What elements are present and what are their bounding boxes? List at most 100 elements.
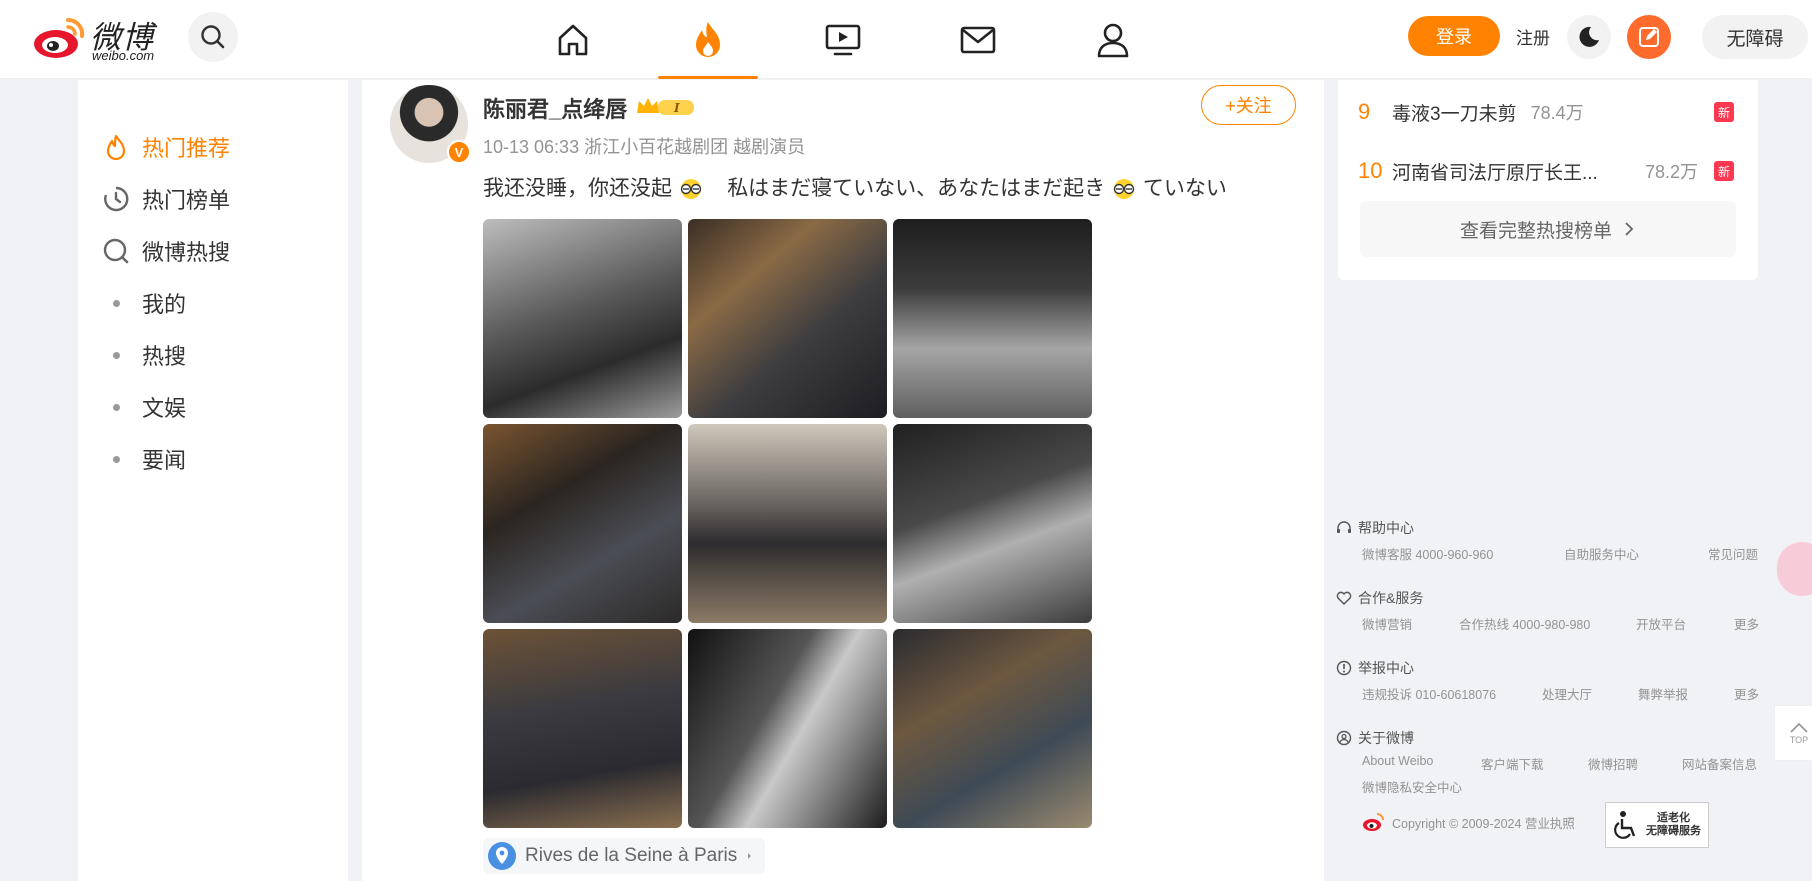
weibo-eye-icon [34, 17, 85, 58]
nav-profile[interactable] [1063, 0, 1163, 79]
moon-icon [1579, 26, 1599, 47]
footer-link[interactable]: 合作热线 4000-980-980 [1459, 614, 1590, 633]
location-label: Rives de la Seine à Paris [525, 845, 738, 866]
weibo-small-logo-icon [1363, 813, 1384, 831]
post-photo-8[interactable] [688, 629, 887, 828]
footer-link[interactable]: 微博招聘 [1588, 754, 1638, 773]
footer-coop-title: 合作&服务 [1358, 590, 1424, 606]
post-photo-1[interactable] [483, 219, 682, 418]
post-photo-5[interactable] [688, 424, 887, 623]
accessibility-button[interactable]: 无障碍 [1702, 15, 1808, 59]
weibo-logo[interactable]: 微博 weibo.com [32, 10, 172, 63]
footer-link[interactable]: 处理大厅 [1542, 684, 1592, 703]
new-badge: 新 [1714, 102, 1734, 122]
footer-link[interactable]: 微博营销 [1362, 614, 1412, 633]
top-nav-bar: 微博 weibo.com 登录 注册 无障碍 [0, 0, 1812, 79]
footer-help-title: 帮助中心 [1358, 520, 1414, 536]
sidebar: 热门推荐 热门榜单 微博热搜 我的 热搜 文娱 要闻 [78, 80, 348, 881]
nav-home[interactable] [523, 0, 623, 79]
footer-link[interactable]: About Weibo [1362, 754, 1433, 768]
footer-link[interactable]: 客户端下载 [1481, 754, 1544, 773]
sidebar-item-entertainment[interactable]: 文娱 [102, 387, 186, 427]
chevron-right-icon [1625, 222, 1634, 236]
footer-link[interactable]: 微博客服 4000-960-960 [1362, 544, 1493, 563]
dark-mode-button[interactable] [1567, 15, 1611, 59]
footer-link[interactable]: 开放平台 [1636, 614, 1686, 633]
edit-icon [1639, 27, 1659, 47]
photo-grid [483, 219, 1095, 829]
footer-link[interactable]: 舞弊举报 [1638, 684, 1688, 703]
view-full-hot-list-button[interactable]: 查看完整热搜榜单 [1360, 201, 1736, 257]
elder-friendly-badge[interactable]: 适老化 无障碍服务 [1605, 802, 1709, 848]
post-user-name[interactable]: 陈丽君_点绛唇 [483, 92, 627, 124]
sidebar-item-hot-search[interactable]: 微博热搜 [102, 231, 230, 271]
hot-search-item[interactable]: 10 河南省司法厅原厅长王... 78.2万 新 [1358, 151, 1738, 191]
sidebar-item-mine[interactable]: 我的 [102, 283, 186, 323]
floating-side-widget[interactable] [1777, 542, 1812, 596]
post-photo-7[interactable] [483, 629, 682, 828]
footer-report-title: 举报中心 [1358, 660, 1414, 676]
left-gutter [8, 80, 78, 881]
handshake-heart-icon [1336, 591, 1352, 605]
back-to-top-button[interactable]: TOP [1774, 705, 1812, 761]
elder-badge-text: 适老化 无障碍服务 [1646, 812, 1701, 838]
hot-title: 河南省司法厅原厅长王... [1392, 162, 1598, 184]
fire-icon [696, 21, 720, 57]
sidebar-item-label: 热门榜单 [142, 188, 231, 213]
footer-link[interactable]: 网站备案信息 [1682, 754, 1757, 773]
footer-section-title: 帮助中心 [1336, 518, 1414, 538]
footer-link[interactable]: 微博隐私安全中心 [1362, 777, 1462, 796]
wheelchair-icon [1614, 811, 1636, 839]
footer-section-title: 合作&服务 [1336, 588, 1423, 608]
chevron-right-icon [748, 853, 752, 859]
sidebar-item-label: 热搜 [142, 344, 187, 369]
post-photo-9[interactable] [893, 629, 1092, 828]
footer-link[interactable]: 自助服务中心 [1564, 544, 1639, 563]
logo-subtitle: weibo.com [92, 48, 155, 63]
sidebar-item-label: 文娱 [142, 396, 187, 421]
elder-badge-line: 适老化 [1657, 812, 1690, 824]
hot-search-item[interactable]: 9 毒液3一刀未剪 78.4万 新 [1358, 92, 1738, 132]
copyright: Copyright © 2009-2024 营业执照 [1362, 812, 1575, 832]
location-pin-icon [488, 842, 516, 870]
footer-link[interactable]: 常见问题 [1708, 544, 1758, 563]
search-icon [201, 25, 225, 49]
register-link[interactable]: 注册 [1516, 24, 1550, 49]
compose-button[interactable] [1627, 15, 1671, 59]
search-button[interactable] [188, 12, 238, 62]
nav-messages[interactable] [928, 0, 1028, 79]
search-icon [102, 237, 130, 265]
post-photo-6[interactable] [893, 424, 1092, 623]
hot-search-card: 9 毒液3一刀未剪 78.4万 新 10 河南省司法厅原厅长王... 78.2万… [1338, 80, 1758, 280]
sidebar-item-label: 我的 [142, 292, 187, 317]
footer-link[interactable]: 违规投诉 010-60618076 [1362, 684, 1496, 703]
bullet-dot [113, 455, 120, 463]
nav-video[interactable] [793, 0, 893, 79]
post-text-part: ていない [1142, 177, 1227, 200]
user-icon [1097, 23, 1129, 57]
sidebar-item-hot-recommend[interactable]: 热门推荐 [102, 127, 230, 167]
post-photo-2[interactable] [688, 219, 887, 418]
verified-badge: V [447, 140, 471, 164]
copyright-text: Copyright © 2009-2024 营业执照 [1392, 816, 1575, 831]
home-icon [558, 24, 588, 55]
post-photo-4[interactable] [483, 424, 682, 623]
post-text-part: 我还没睡，你还没起 [483, 177, 672, 200]
new-badge: 新 [1714, 161, 1734, 181]
feed-card: V 陈丽君_点绛唇 I 10-13 06:33 浙江小百花越剧团 越剧演员 +关… [362, 80, 1324, 881]
sidebar-item-trending[interactable]: 热搜 [102, 335, 186, 375]
follow-button[interactable]: +关注 [1201, 85, 1296, 125]
sidebar-item-hot-list[interactable]: 热门榜单 [102, 179, 230, 219]
sidebar-item-news[interactable]: 要闻 [102, 439, 186, 479]
footer-link[interactable]: 更多 [1734, 684, 1759, 703]
hot-rank: 9 [1358, 99, 1371, 124]
bullet-dot [113, 299, 120, 307]
footer-about-title: 关于微博 [1358, 730, 1414, 746]
post-photo-3[interactable] [893, 219, 1092, 418]
footer-link[interactable]: 更多 [1734, 614, 1759, 633]
hot-title: 毒液3一刀未剪 [1392, 103, 1517, 125]
location-tag[interactable]: Rives de la Seine à Paris [483, 838, 766, 874]
nav-hot[interactable] [658, 0, 758, 79]
login-button[interactable]: 登录 [1408, 16, 1500, 56]
bullet-dot [113, 403, 120, 411]
